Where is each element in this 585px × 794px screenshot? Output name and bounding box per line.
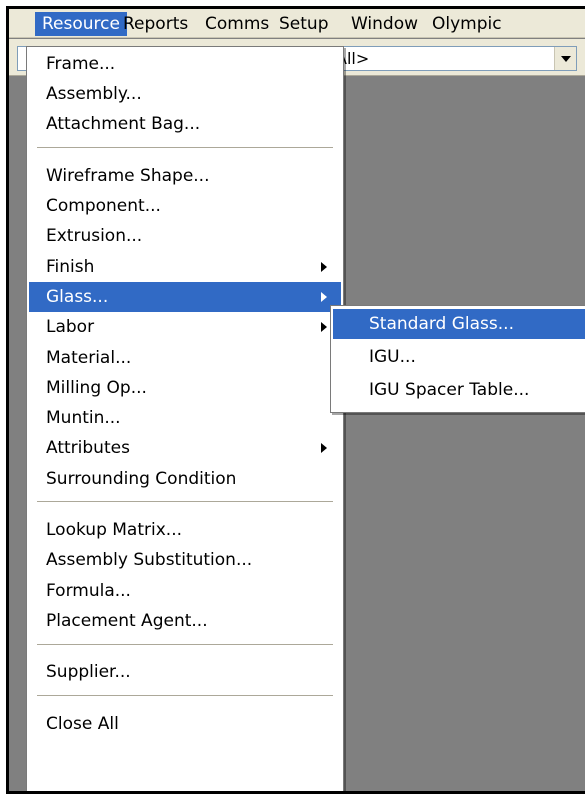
menu-item-label: Glass... [46, 287, 109, 307]
menu-item-label: Extrusion... [46, 226, 143, 246]
menu-item-label: Formula... [46, 581, 131, 601]
menu-separator [37, 501, 333, 502]
submenu-item-igu-spacer-table[interactable]: IGU Spacer Table... [333, 375, 585, 405]
menu-item-muntin[interactable]: Muntin... [29, 403, 341, 433]
menu-item-label: Surrounding Condition [46, 469, 237, 489]
chevron-right-icon [321, 322, 327, 332]
menu-separator [37, 644, 333, 645]
menu-item-label: Standard Glass... [369, 314, 514, 334]
submenu-item-igu[interactable]: IGU... [333, 342, 585, 372]
menubar-window[interactable]: Window [344, 12, 425, 36]
menu-separator [37, 147, 333, 148]
menu-item-label: Milling Op... [46, 378, 147, 398]
menu-item-attributes[interactable]: Attributes [29, 433, 341, 463]
menu-item-labor[interactable]: Labor [29, 312, 341, 342]
menu-item-label: Labor [46, 317, 95, 337]
menu-item-label: Assembly... [46, 84, 142, 104]
dropdown-arrow-button[interactable] [554, 47, 576, 70]
menu-item-formula[interactable]: Formula... [29, 576, 341, 606]
menu-item-frame[interactable]: Frame... [29, 49, 341, 79]
menu-item-glass[interactable]: Glass... [29, 282, 341, 312]
chevron-right-icon [321, 443, 327, 453]
menu-item-placement-agent[interactable]: Placement Agent... [29, 606, 341, 636]
menu-item-material[interactable]: Material... [29, 343, 341, 373]
menu-item-label: Component... [46, 196, 161, 216]
menu-item-label: Frame... [46, 54, 116, 74]
menu-item-assembly[interactable]: Assembly... [29, 79, 341, 109]
menu-item-label: IGU Spacer Table... [369, 380, 530, 400]
menubar-setup[interactable]: Setup [272, 12, 335, 36]
submenu-item-standard-glass[interactable]: Standard Glass... [333, 309, 585, 339]
menu-item-label: Placement Agent... [46, 611, 208, 631]
menu-item-attachment-bag[interactable]: Attachment Bag... [29, 109, 341, 139]
menu-item-label: Material... [46, 348, 132, 368]
menu-separator [37, 695, 333, 696]
menu-item-extrusion[interactable]: Extrusion... [29, 221, 341, 251]
menu-item-close-all[interactable]: Close All [29, 709, 341, 739]
menu-bar: Resource Reports Comms Setup Window Olym… [9, 9, 585, 38]
glass-submenu: Standard Glass... IGU... IGU Spacer Tabl… [330, 305, 585, 413]
menu-item-lookup-matrix[interactable]: Lookup Matrix... [29, 515, 341, 545]
menubar-comms[interactable]: Comms [198, 12, 276, 36]
menu-item-finish[interactable]: Finish [29, 252, 341, 282]
menu-item-label: Assembly Substitution... [46, 550, 253, 570]
application-window: Resource Reports Comms Setup Window Olym… [6, 6, 585, 794]
menu-item-surrounding-condition[interactable]: Surrounding Condition [29, 464, 341, 494]
menu-item-label: Attachment Bag... [46, 114, 201, 134]
chevron-down-icon [561, 56, 571, 62]
menubar-resource[interactable]: Resource [35, 12, 127, 36]
menu-item-label: Lookup Matrix... [46, 520, 182, 540]
resource-menu: Frame... Assembly... Attachment Bag... W… [26, 46, 344, 791]
menu-item-assembly-substitution[interactable]: Assembly Substitution... [29, 545, 341, 575]
menu-item-milling-op[interactable]: Milling Op... [29, 373, 341, 403]
menu-item-label: IGU... [369, 347, 416, 367]
menubar-reports[interactable]: Reports [116, 12, 195, 36]
menu-item-label: Finish [46, 257, 95, 277]
chevron-right-icon [321, 292, 327, 302]
menubar-olympic[interactable]: Olympic [425, 12, 509, 36]
menu-item-label: Close All [46, 714, 119, 734]
menu-item-supplier[interactable]: Supplier... [29, 657, 341, 687]
chevron-right-icon [321, 262, 327, 272]
menu-item-label: Attributes [46, 438, 130, 458]
menu-item-label: Supplier... [46, 662, 131, 682]
menu-item-wireframe-shape[interactable]: Wireframe Shape... [29, 161, 341, 191]
menu-item-component[interactable]: Component... [29, 191, 341, 221]
menu-item-label: Muntin... [46, 408, 121, 428]
menu-item-label: Wireframe Shape... [46, 166, 210, 186]
